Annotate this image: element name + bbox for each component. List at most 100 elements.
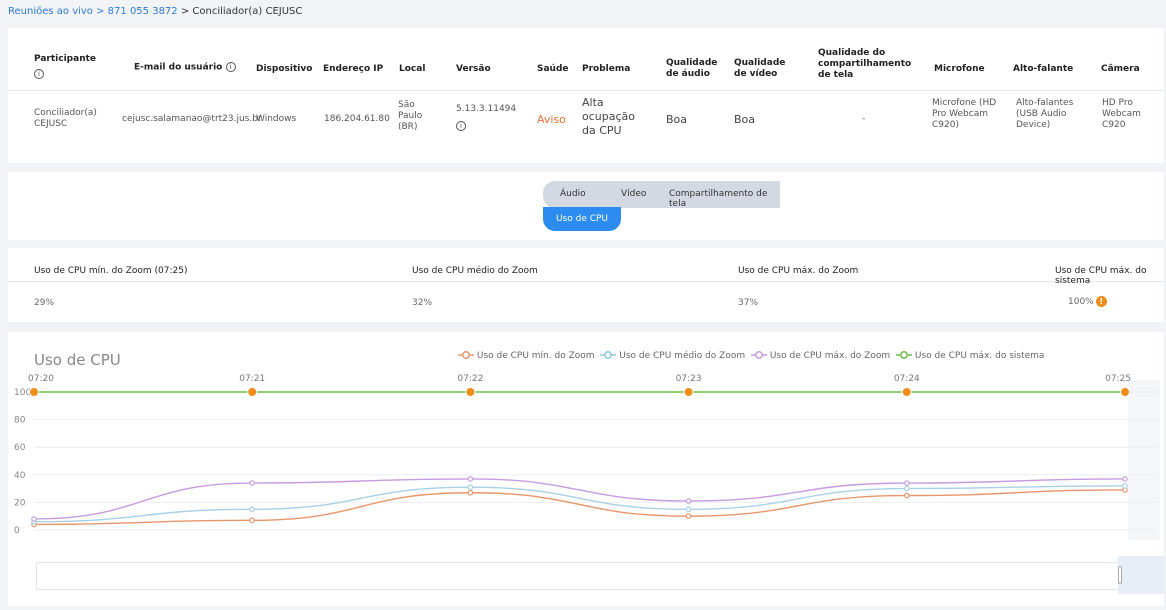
col-microphone: Microfone <box>934 64 985 74</box>
col-device: Dispositivo <box>256 64 313 74</box>
tab-screen-share[interactable]: Compartilhamento de tela <box>669 189 780 209</box>
legend-marker-icon <box>600 351 617 359</box>
cell-speaker: Alto-falantes (USB Audio Device) <box>1016 98 1074 130</box>
legend-item-max[interactable]: Uso de CPU máx. do Zoom <box>750 350 891 361</box>
info-icon[interactable]: i <box>34 69 44 79</box>
stat-avg-value: 32% <box>412 298 433 308</box>
data-point <box>1122 476 1128 482</box>
data-point <box>903 492 910 499</box>
stat-min-value: 29% <box>34 298 55 308</box>
breadcrumb-separator: > <box>92 6 108 17</box>
data-point <box>683 387 694 397</box>
col-problem: Problema <box>582 64 631 74</box>
legend-label: Uso de CPU máx. do Zoom <box>769 350 891 361</box>
range-slider-handle[interactable] <box>1118 566 1122 584</box>
tab-video[interactable]: Vídeo <box>621 189 646 199</box>
stat-max-label: Uso de CPU máx. do Zoom <box>738 266 859 276</box>
data-point <box>1120 387 1130 397</box>
breadcrumb-live-meetings-link[interactable]: Reuniões ao vivo <box>8 6 93 17</box>
y-tick-label: 20 <box>14 498 26 508</box>
y-tick-label: 80 <box>14 416 26 426</box>
y-tick-label: 40 <box>14 471 26 481</box>
divider <box>8 90 1164 91</box>
col-ip: Endereço IP <box>323 64 384 74</box>
col-participant-label: Participante <box>34 54 97 64</box>
info-icon[interactable]: i <box>225 62 236 72</box>
cell-version-text: 5.13.3.11494 <box>456 104 517 114</box>
x-tick-label: 07:20 <box>28 374 54 384</box>
cell-camera: HD Pro Webcam C920 <box>1102 98 1141 130</box>
data-point <box>685 498 692 504</box>
col-video-quality: Qualidade de vídeo <box>734 58 786 79</box>
cell-location: São Paulo (BR) <box>398 100 423 132</box>
chart-title: Uso de CPU <box>34 351 121 369</box>
cell-email: cejusc.salamanao@trt23.jus.br <box>122 114 262 124</box>
col-camera: Câmera <box>1101 64 1140 74</box>
data-point <box>249 480 256 486</box>
breadcrumb-separator: > <box>177 6 193 17</box>
breadcrumb-meeting-id-link[interactable]: 871 055 3872 <box>108 6 178 17</box>
col-audio-quality: Qualidade de áudio <box>666 58 718 79</box>
col-email-label: E-mail do usuário <box>134 62 223 73</box>
col-email: E-mail do usuário i <box>134 62 244 74</box>
y-tick-label: 0 <box>14 526 20 536</box>
data-point <box>467 476 474 482</box>
cell-participant: Conciliador(a) CEJUSC <box>34 108 97 129</box>
stat-system-value: 100% <box>1068 297 1094 307</box>
x-tick-label: 07:23 <box>676 374 702 384</box>
cell-audio-quality: Boa <box>666 113 688 126</box>
cell-health: Aviso <box>537 113 566 126</box>
legend-label: Uso de CPU mín. do Zoom <box>476 350 595 361</box>
cell-version: 5.13.3.11494 i <box>456 104 516 131</box>
info-icon[interactable]: i <box>456 121 466 131</box>
stat-system-value-wrap: 100%! <box>1068 296 1107 307</box>
data-point <box>903 485 910 492</box>
data-point <box>31 516 37 522</box>
warning-icon[interactable]: ! <box>1095 296 1107 307</box>
cpu-stats-panel <box>8 248 1164 322</box>
x-tick-label: 07:22 <box>457 374 483 384</box>
col-version: Versão <box>456 64 491 74</box>
col-health: Saúde <box>537 64 569 74</box>
tab-audio[interactable]: Áudio <box>560 189 586 199</box>
data-point <box>249 506 256 513</box>
data-point <box>1122 483 1128 489</box>
stat-system-label: Uso de CPU máx. do sistema <box>1055 266 1147 286</box>
range-slider-selection[interactable] <box>1118 556 1164 594</box>
stat-max-value: 37% <box>738 298 759 308</box>
cell-microphone: Microfone (HD Pro Webcam C920) <box>932 98 997 130</box>
divider <box>8 281 1164 282</box>
cpu-usage-chart[interactable]: 100 80 60 40 20 0 07:20 07:21 07:22 07:23 07:24 07:… <box>8 368 1160 543</box>
data-point <box>901 387 912 397</box>
tab-bar: Áudio Vídeo Compartilhamento de tela <box>543 181 780 209</box>
legend-marker-icon <box>896 351 912 359</box>
x-tick-label: 07:24 <box>894 374 920 384</box>
participant-table: Participante i E-mail do usuário i Dispos… <box>8 28 1164 163</box>
stat-min-label: Uso de CPU mín. do Zoom (07:25) <box>34 266 188 276</box>
x-tick-label: 07:21 <box>239 374 265 384</box>
data-point <box>685 513 692 520</box>
cell-ip: 186.204.61.80 <box>324 114 390 124</box>
y-tick-label: 60 <box>14 443 26 453</box>
breadcrumb-current: Conciliador(a) CEJUSC <box>192 6 303 17</box>
x-tick-label: 07:25 <box>1105 374 1131 384</box>
tab-cpu-usage[interactable]: Uso de CPU <box>543 207 621 231</box>
data-point <box>249 517 256 524</box>
chart-range-slider[interactable] <box>36 562 1160 590</box>
data-point <box>29 387 39 397</box>
legend-marker-icon <box>750 351 767 359</box>
col-location: Local <box>399 64 426 74</box>
legend-item-min[interactable]: Uso de CPU mín. do Zoom <box>458 351 595 361</box>
series-line <box>33 489 1126 526</box>
stat-avg-label: Uso de CPU médio do Zoom <box>412 266 538 276</box>
legend-item-avg[interactable]: Uso de CPU médio do Zoom <box>600 351 745 361</box>
data-point <box>247 387 258 397</box>
col-participant: Participante i <box>34 54 104 79</box>
legend-item-system[interactable]: Uso de CPU máx. do sistema <box>896 351 1044 361</box>
data-point <box>467 484 474 491</box>
cell-video-quality: Boa <box>734 113 756 126</box>
cell-problem: Alta ocupação da CPU <box>582 96 635 137</box>
data-point <box>467 489 474 496</box>
legend-label: Uso de CPU máx. do sistema <box>914 350 1045 361</box>
cell-share-quality: - <box>862 114 866 124</box>
